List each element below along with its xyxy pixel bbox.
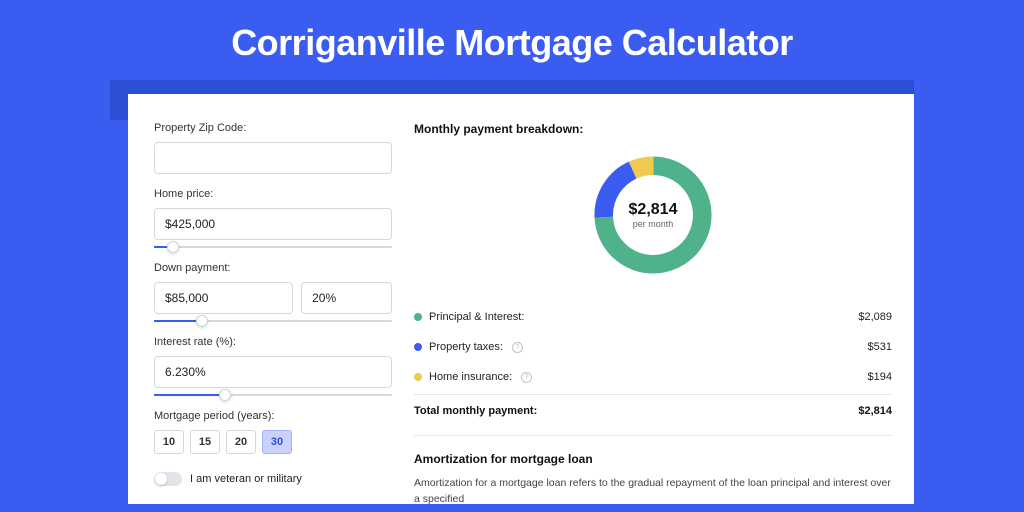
down-payment-pct-input[interactable] (301, 282, 392, 314)
principal-value: $2,089 (858, 311, 892, 323)
page-title: Corriganville Mortgage Calculator (0, 0, 1024, 80)
legend-insurance: Home insurance: ? $194 (414, 362, 892, 392)
amortization-section: Amortization for mortgage loan Amortizat… (414, 435, 892, 508)
period-btn-10[interactable]: 10 (154, 430, 184, 454)
home-price-input[interactable] (154, 208, 392, 240)
home-price-field-group: Home price: (154, 188, 392, 248)
zip-input[interactable] (154, 142, 392, 174)
donut-sub: per month (633, 219, 674, 229)
zip-label: Property Zip Code: (154, 122, 392, 134)
veteran-row: I am veteran or military (154, 472, 392, 486)
period-btn-30[interactable]: 30 (262, 430, 292, 454)
interest-input[interactable] (154, 356, 392, 388)
donut-amount: $2,814 (629, 201, 678, 219)
donut-chart: $2,814 per month (588, 150, 718, 280)
dot-blue-icon (414, 343, 422, 351)
total-value: $2,814 (858, 405, 892, 417)
info-icon[interactable]: ? (512, 342, 523, 353)
amortization-text: Amortization for a mortgage loan refers … (414, 476, 892, 508)
period-btn-15[interactable]: 15 (190, 430, 220, 454)
period-btn-20[interactable]: 20 (226, 430, 256, 454)
legend-taxes: Property taxes: ? $531 (414, 332, 892, 362)
home-price-label: Home price: (154, 188, 392, 200)
taxes-label: Property taxes: (429, 341, 503, 353)
down-payment-label: Down payment: (154, 262, 392, 274)
info-icon[interactable]: ? (521, 372, 532, 383)
home-price-slider[interactable] (154, 246, 392, 248)
principal-label: Principal & Interest: (429, 311, 524, 323)
taxes-value: $531 (868, 341, 892, 353)
zip-field-group: Property Zip Code: (154, 122, 392, 174)
interest-field-group: Interest rate (%): (154, 336, 392, 396)
total-label: Total monthly payment: (414, 405, 537, 417)
dot-yellow-icon (414, 373, 422, 381)
veteran-label: I am veteran or military (190, 473, 302, 485)
donut-wrap: $2,814 per month (414, 150, 892, 280)
breakdown-column: Monthly payment breakdown: $2,814 per mo… (414, 122, 892, 504)
amortization-title: Amortization for mortgage loan (414, 452, 892, 466)
insurance-value: $194 (868, 371, 892, 383)
calculator-card: Property Zip Code: Home price: Down paym… (128, 94, 914, 504)
period-buttons: 10 15 20 30 (154, 430, 392, 454)
insurance-label: Home insurance: (429, 371, 512, 383)
down-payment-input[interactable] (154, 282, 293, 314)
donut-center: $2,814 per month (588, 150, 718, 280)
total-row: Total monthly payment: $2,814 (414, 394, 892, 417)
breakdown-title: Monthly payment breakdown: (414, 122, 892, 136)
down-payment-slider[interactable] (154, 320, 392, 322)
dot-green-icon (414, 313, 422, 321)
interest-slider[interactable] (154, 394, 392, 396)
form-column: Property Zip Code: Home price: Down paym… (154, 122, 392, 504)
down-payment-field-group: Down payment: (154, 262, 392, 322)
legend-principal: Principal & Interest: $2,089 (414, 302, 892, 332)
period-label: Mortgage period (years): (154, 410, 392, 422)
interest-label: Interest rate (%): (154, 336, 392, 348)
veteran-toggle[interactable] (154, 472, 182, 486)
period-field-group: Mortgage period (years): 10 15 20 30 (154, 410, 392, 454)
